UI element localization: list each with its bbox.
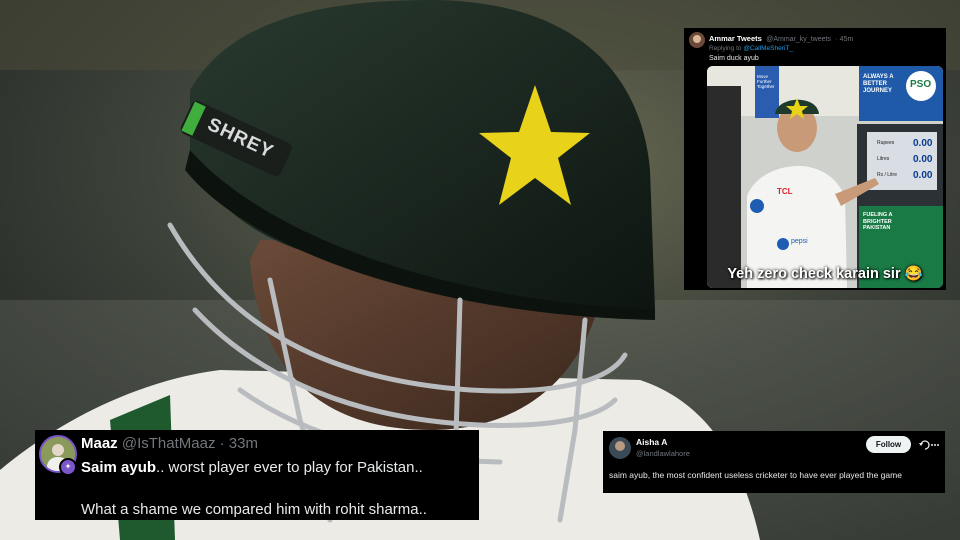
sign-better-journey: ALWAYS A BETTER JOURNEY bbox=[863, 74, 894, 94]
more-options-icon[interactable] bbox=[917, 438, 939, 452]
pump-reading-rate: 0.00 bbox=[913, 170, 933, 181]
pump-label-rate: Rs / Litre bbox=[877, 172, 898, 178]
aisha-tweet-card: Aisha A @landlawlahore Follow saim ayub,… bbox=[603, 431, 945, 493]
meme-caption: Yeh zero check karain sir 😂 bbox=[727, 266, 923, 282]
replying-to-link[interactable]: @CallMeSheriT_ bbox=[743, 45, 793, 52]
ammar-time[interactable]: 45m bbox=[840, 36, 854, 43]
follow-button[interactable]: Follow bbox=[866, 436, 911, 453]
aisha-handle[interactable]: @landlawlahore bbox=[636, 449, 690, 458]
ammar-handle[interactable]: @Ammar_ky_tweets bbox=[766, 36, 831, 43]
aisha-name[interactable]: Aisha A bbox=[636, 437, 667, 447]
maaz-header: Maaz @IsThatMaaz · 33m bbox=[81, 435, 258, 452]
pump-label-rupees: Rupees bbox=[877, 140, 895, 146]
maaz-handle[interactable]: @IsThatMaaz bbox=[122, 435, 216, 452]
maaz-tweet-line-2: What a shame we compared him with rohit … bbox=[81, 501, 427, 518]
aisha-avatar[interactable] bbox=[609, 437, 631, 459]
ammar-avatar[interactable] bbox=[689, 32, 705, 48]
maaz-bold-name: Saim ayub bbox=[81, 459, 157, 476]
meme-image[interactable]: 0.00 0.00 0.00 Rupees Litres Rs / Litre … bbox=[707, 66, 943, 288]
sign-move-further: Move Further Together bbox=[757, 74, 775, 89]
pump-reading-rupees: 0.00 bbox=[913, 138, 933, 149]
pso-logo: PSO bbox=[910, 79, 932, 90]
pump-label-litres: Litres bbox=[877, 156, 890, 162]
meme-scene bbox=[707, 66, 943, 288]
shirt-sponsor-tcl: TCL bbox=[777, 187, 793, 196]
verified-badge-icon: ✦ bbox=[59, 458, 77, 476]
maaz-tweet-line-1: Saim ayub.. worst player ever to play fo… bbox=[81, 459, 423, 476]
sign-fueling: FUELING A BRIGHTER PAKISTAN bbox=[863, 212, 893, 231]
maaz-name[interactable]: Maaz bbox=[81, 435, 118, 452]
reply-tweet-card: Ammar Tweets @Ammar_ky_tweets · 45m Repl… bbox=[684, 28, 946, 290]
ammar-name[interactable]: Ammar Tweets bbox=[709, 34, 762, 43]
separator-dot: · bbox=[219, 435, 225, 452]
ammar-tweet-text: Saim duck ayub bbox=[709, 55, 759, 62]
replying-to-line: Replying to @CallMeSheriT_ bbox=[709, 45, 793, 52]
maaz-time[interactable]: 33m bbox=[229, 435, 258, 452]
shirt-pepsi-logo: pepsi bbox=[791, 238, 808, 245]
pump-reading-litres: 0.00 bbox=[913, 154, 933, 165]
maaz-tweet-card: ✦ Maaz @IsThatMaaz · 33m Saim ayub.. wor… bbox=[35, 430, 479, 520]
aisha-tweet-text: saim ayub, the most confident useless cr… bbox=[609, 470, 902, 480]
